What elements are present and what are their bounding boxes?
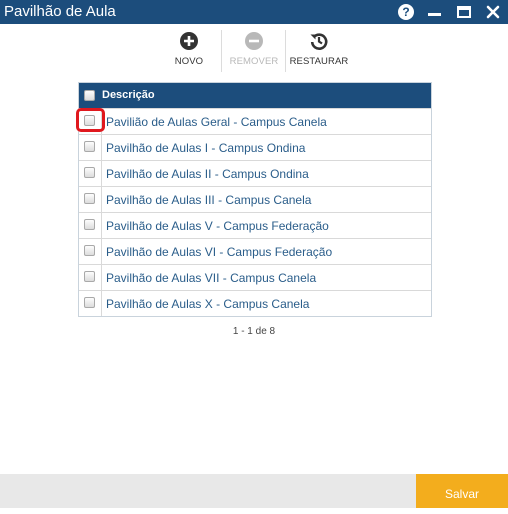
table-row[interactable]: Pavilião de Aulas Geral - Campus Canela [79, 108, 431, 134]
table-row[interactable]: Pavilhão de Aulas X - Campus Canela [79, 290, 431, 316]
row-description[interactable]: Pavilhão de Aulas I - Campus Ondina [106, 141, 305, 155]
minus-circle-icon [244, 31, 264, 51]
row-checkbox-cell [79, 161, 102, 186]
row-checkbox[interactable] [84, 297, 95, 308]
row-checkbox[interactable] [84, 141, 95, 152]
restaurar-label: RESTAURAR [289, 56, 349, 67]
row-checkbox-cell [79, 187, 102, 212]
save-button[interactable]: Salvar [416, 474, 508, 508]
remover-label: REMOVER [229, 56, 279, 67]
data-grid: Descrição Pavilião de Aulas Geral - Camp… [78, 82, 432, 317]
row-description[interactable]: Pavilião de Aulas Geral - Campus Canela [106, 115, 327, 129]
table-row[interactable]: Pavilhão de Aulas V - Campus Federação [79, 212, 431, 238]
window-titlebar: Pavilhão de Aula ? [0, 0, 508, 24]
row-description[interactable]: Pavilhão de Aulas II - Campus Ondina [106, 167, 309, 181]
column-header-descricao[interactable]: Descrição [102, 89, 155, 101]
row-checkbox-cell [79, 239, 102, 264]
novo-label: NOVO [174, 56, 204, 67]
table-row[interactable]: Pavilhão de Aulas VII - Campus Canela [79, 264, 431, 290]
table-row[interactable]: Pavilhão de Aulas I - Campus Ondina [79, 134, 431, 160]
row-checkbox-cell [79, 291, 102, 316]
row-description[interactable]: Pavilhão de Aulas III - Campus Canela [106, 193, 311, 207]
restore-history-icon [309, 31, 329, 51]
row-description[interactable]: Pavilhão de Aulas X - Campus Canela [106, 297, 309, 311]
toolbar-divider [221, 30, 222, 72]
footer-bar: Salvar [0, 474, 508, 508]
table-row[interactable]: Pavilhão de Aulas II - Campus Ondina [79, 160, 431, 186]
row-description[interactable]: Pavilhão de Aulas VI - Campus Federação [106, 245, 332, 259]
table-row[interactable]: Pavilhão de Aulas III - Campus Canela [79, 186, 431, 212]
row-checkbox-cell [79, 213, 102, 238]
novo-button[interactable]: NOVO [157, 28, 221, 67]
pager-info: 1 - 1 de 8 [232, 326, 276, 337]
grid-body: Pavilião de Aulas Geral - Campus Canela P… [79, 108, 431, 316]
help-icon[interactable]: ? [396, 2, 416, 22]
row-checkbox-cell [79, 135, 102, 160]
remover-button[interactable]: REMOVER [222, 28, 286, 67]
row-checkbox[interactable] [84, 219, 95, 230]
select-all-checkbox[interactable] [84, 90, 95, 101]
minimize-icon[interactable] [424, 2, 444, 22]
row-checkbox-cell [79, 265, 102, 290]
action-toolbar: NOVO REMOVER RESTAURAR [0, 28, 508, 70]
plus-circle-icon [179, 31, 199, 51]
row-checkbox[interactable] [84, 193, 95, 204]
maximize-icon[interactable] [454, 2, 474, 22]
toolbar-divider [285, 30, 286, 72]
selection-highlight [76, 108, 105, 132]
grid-header: Descrição [79, 83, 431, 108]
row-description[interactable]: Pavilhão de Aulas V - Campus Federação [106, 219, 329, 233]
row-checkbox[interactable] [84, 271, 95, 282]
row-checkbox[interactable] [84, 245, 95, 256]
row-checkbox[interactable] [84, 167, 95, 178]
row-description[interactable]: Pavilhão de Aulas VII - Campus Canela [106, 271, 316, 285]
table-row[interactable]: Pavilhão de Aulas VI - Campus Federação [79, 238, 431, 264]
window-title: Pavilhão de Aula [4, 3, 116, 20]
restaurar-button[interactable]: RESTAURAR [287, 28, 351, 67]
close-icon[interactable] [483, 2, 503, 22]
